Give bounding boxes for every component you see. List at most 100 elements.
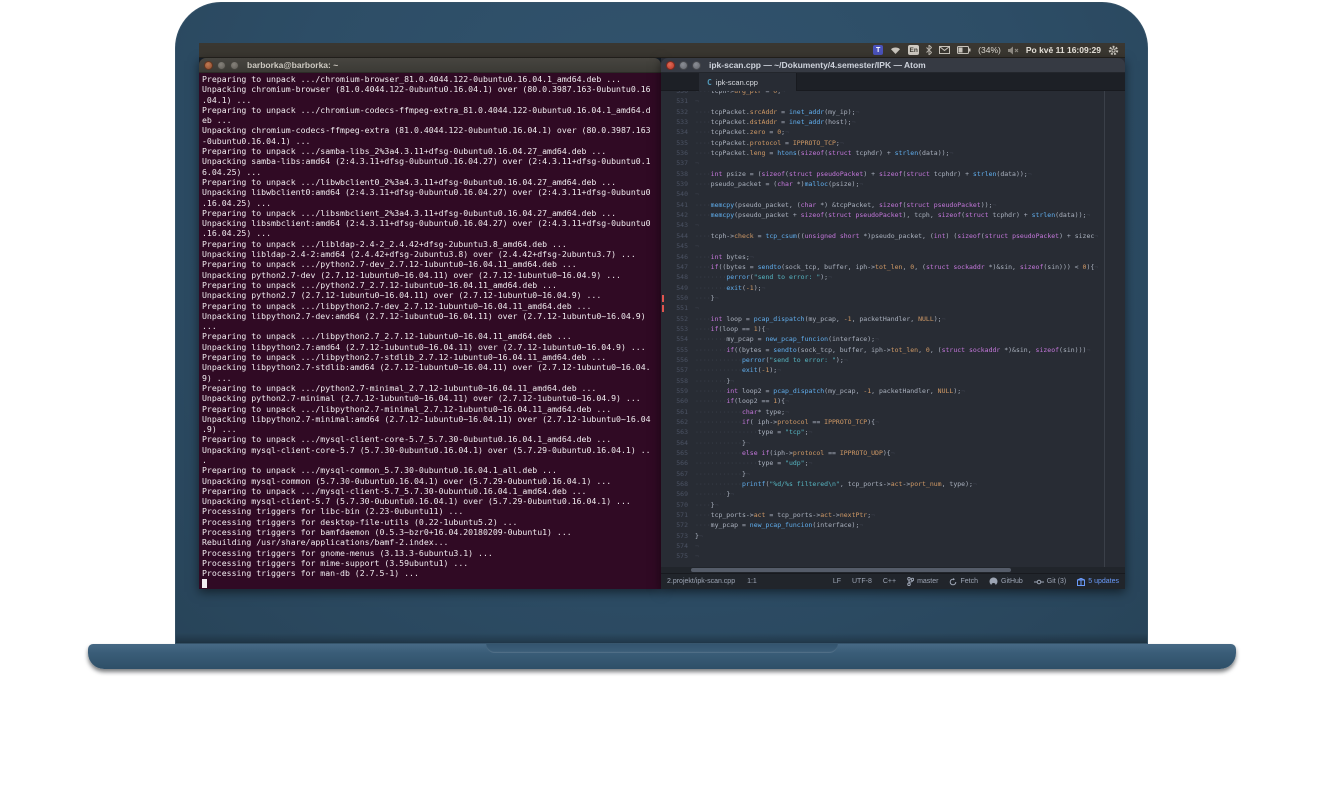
line-number: 572: [661, 520, 695, 530]
minimize-button[interactable]: [217, 61, 226, 70]
code-line: ············}¬: [695, 438, 1125, 448]
maximize-button[interactable]: [692, 61, 701, 70]
terminal-line: Unpacking libwbclient0:amd64 (2:4.3.11+d…: [202, 187, 661, 197]
editor-gutter: 5305315325335345355365375385395405415425…: [661, 91, 695, 562]
battery-icon[interactable]: [957, 46, 971, 54]
git-branch-indicator[interactable]: master: [907, 577, 938, 586]
line-number: 573: [661, 531, 695, 541]
line-number: 547: [661, 262, 695, 272]
maximize-button[interactable]: [230, 61, 239, 70]
line-number: 531: [661, 96, 695, 106]
line-number: 559: [661, 386, 695, 396]
github-button[interactable]: GitHub: [989, 577, 1023, 586]
bluetooth-icon[interactable]: [926, 45, 932, 55]
terminal-line: Processing triggers for gnome-menus (3.1…: [202, 548, 661, 558]
laptop-frame: T En: [0, 0, 1324, 790]
terminal-line: Processing triggers for libc-bin (2.23-0…: [202, 506, 661, 516]
atom-titlebar[interactable]: ipk-scan.cpp — ~/Dokumenty/4.semester/IP…: [661, 58, 1125, 73]
clock[interactable]: Po kvě 11 16:09:29: [1026, 45, 1101, 55]
code-line: ····tcpPacket.leng = htons(sizeof(struct…: [695, 148, 1125, 158]
grammar-indicator[interactable]: C++: [883, 578, 896, 585]
session-gear-icon[interactable]: [1108, 45, 1119, 56]
code-line: ¬: [695, 220, 1125, 230]
line-number: 556: [661, 355, 695, 365]
terminal-line: eb ...: [202, 115, 661, 125]
terminal-line: .: [202, 455, 661, 465]
tab-ipk-scan[interactable]: C ipk-scan.cpp: [699, 73, 797, 91]
line-number: 564: [661, 438, 695, 448]
terminal-line: Preparing to unpack .../chromium-codecs-…: [202, 105, 661, 115]
line-ending-indicator[interactable]: LF: [833, 578, 841, 585]
terminal-line: Processing triggers for man-db (2.7.5-1)…: [202, 568, 661, 578]
line-number: 551: [661, 303, 695, 313]
minimize-button[interactable]: [679, 61, 688, 70]
line-number: 552: [661, 314, 695, 324]
git-commit-icon: [1034, 579, 1044, 585]
keyboard-layout-indicator[interactable]: En: [908, 45, 919, 55]
c-file-icon: C: [707, 78, 712, 87]
code-line: ········perror("send to error: ");¬: [695, 272, 1125, 282]
terminal-line: Unpacking mysql-client-core-5.7 (5.7.30-…: [202, 445, 661, 455]
line-number: 566: [661, 458, 695, 468]
line-number: 568: [661, 479, 695, 489]
terminal-line: Preparing to unpack .../chromium-browser…: [202, 74, 661, 84]
code-line: }¬: [695, 531, 1125, 541]
file-path-indicator[interactable]: 2.projekt/ipk-scan.cpp: [667, 578, 735, 585]
line-number: 540: [661, 189, 695, 199]
code-line: ¬: [695, 551, 1125, 561]
cursor-position-indicator[interactable]: 1:1: [747, 578, 757, 585]
wifi-icon[interactable]: [890, 46, 901, 55]
terminal-line: Preparing to unpack .../python2.7-dev_2.…: [202, 259, 661, 269]
terminal-titlebar[interactable]: barborka@barborka: ~: [199, 58, 661, 73]
screen: T En: [199, 43, 1125, 589]
code-line: ····if((bytes = sendto(sock_tcp, buffer,…: [695, 262, 1125, 272]
terminal-line: 9) ...: [202, 373, 661, 383]
terminal-line: Preparing to unpack .../python2.7_2.7.12…: [202, 280, 661, 290]
terminal-line: Unpacking libsmbclient:amd64 (2:4.3.11+d…: [202, 218, 661, 228]
terminal-line: Preparing to unpack .../libwbclient0_2%3…: [202, 177, 661, 187]
line-number: 565: [661, 448, 695, 458]
mail-icon[interactable]: [939, 46, 950, 54]
terminal-line: Preparing to unpack .../mysql-client-5.7…: [202, 486, 661, 496]
terminal-line: .04.1) ...: [202, 95, 661, 105]
encoding-indicator[interactable]: UTF-8: [852, 578, 872, 585]
line-number: 537: [661, 158, 695, 168]
code-editor[interactable]: 5305315325335345355365375385395405415425…: [661, 91, 1125, 567]
close-button[interactable]: [666, 61, 675, 70]
fetch-button[interactable]: Fetch: [949, 578, 978, 586]
terminal-body[interactable]: Preparing to unpack .../chromium-browser…: [199, 73, 661, 589]
terminal-line: Unpacking mysql-client-5.7 (5.7.30-0ubun…: [202, 496, 661, 506]
code-line: ····int loop = pcap_dispatch(my_pcap, -1…: [695, 314, 1125, 324]
code-line: ····int bytes;¬: [695, 252, 1125, 262]
system-tray: T En: [873, 43, 1125, 57]
code-line: ····}¬: [695, 500, 1125, 510]
code-line: ¬: [695, 541, 1125, 551]
line-number: 542: [661, 210, 695, 220]
line-number: 541: [661, 200, 695, 210]
line-number: 561: [661, 407, 695, 417]
line-number: 562: [661, 417, 695, 427]
teams-icon[interactable]: T: [873, 45, 883, 55]
volume-muted-icon[interactable]: [1008, 46, 1019, 55]
git-changes-button[interactable]: Git (3): [1034, 578, 1066, 585]
terminal-line: Preparing to unpack .../libpython2.7-std…: [202, 352, 661, 362]
close-button[interactable]: [204, 61, 213, 70]
terminal-line: Preparing to unpack .../mysql-client-cor…: [202, 434, 661, 444]
line-number: 554: [661, 334, 695, 344]
terminal-line: Unpacking libpython2.7-minimal:amd64 (2.…: [202, 414, 661, 424]
line-number: 548: [661, 272, 695, 282]
line-number: 557: [661, 365, 695, 375]
updates-button[interactable]: 5 updates: [1077, 578, 1119, 586]
terminal-line: Unpacking python2.7 (2.7.12-1ubuntu0~16.…: [202, 290, 661, 300]
code-line: ············printf("%d/%s filtered\n", t…: [695, 479, 1125, 489]
terminal-cursor: [202, 579, 207, 588]
terminal-line: Rebuilding /usr/share/applications/bamf-…: [202, 537, 661, 547]
horizontal-scrollbar-thumb[interactable]: [691, 568, 1011, 572]
terminal-line: Unpacking mysql-common (5.7.30-0ubuntu0.…: [202, 476, 661, 486]
code-line: ····tcpPacket.protocol = IPPROTO_TCP;¬: [695, 138, 1125, 148]
branch-icon: [907, 577, 914, 586]
terminal-line: Preparing to unpack .../mysql-common_5.7…: [202, 465, 661, 475]
terminal-line: 6.04.25) ...: [202, 167, 661, 177]
line-number: 569: [661, 489, 695, 499]
code-line: ············char* type;¬: [695, 407, 1125, 417]
